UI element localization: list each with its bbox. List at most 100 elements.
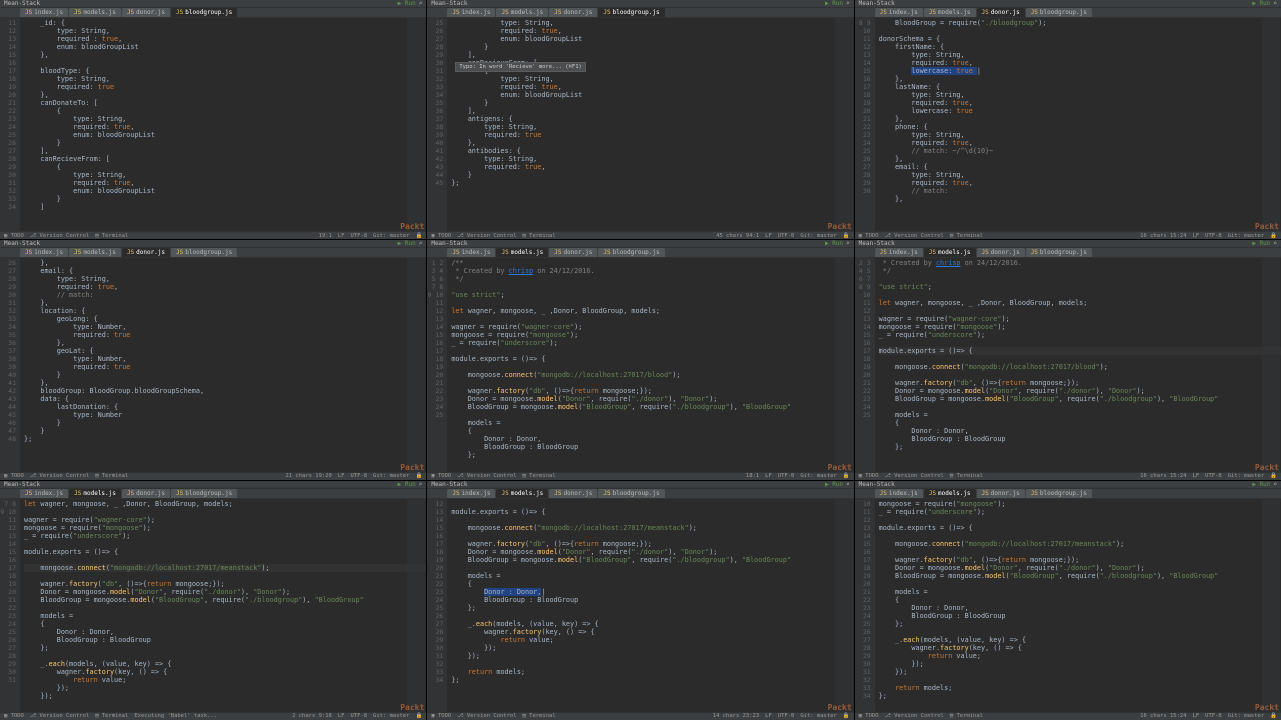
version-control-tool[interactable]: ⎇ Version Control — [30, 233, 89, 239]
tab-donor-js[interactable]: JSdonor.js — [977, 248, 1025, 257]
git-branch[interactable]: Git: master — [1228, 233, 1264, 239]
terminal-tool[interactable]: ▤ Terminal — [523, 473, 556, 479]
lock-icon[interactable]: 🔒 — [415, 473, 422, 479]
run-button[interactable]: ▶ Run — [1252, 0, 1270, 7]
tab-index-js[interactable]: JSindex.js — [20, 248, 68, 257]
lock-icon[interactable]: 🔒 — [1270, 713, 1277, 719]
code-editor[interactable]: 11 12 13 14 15 16 17 18 19 20 21 22 23 2… — [0, 18, 426, 231]
todo-tool[interactable]: ▣ TODO — [431, 473, 451, 479]
minimap[interactable] — [835, 18, 853, 231]
terminal-tool[interactable]: ▤ Terminal — [95, 713, 128, 719]
git-branch[interactable]: Git: master — [1228, 713, 1264, 719]
run-button[interactable]: ▶ Run — [1252, 240, 1270, 247]
tab-bloodgroup-js[interactable]: JSbloodgroup.js — [171, 8, 237, 17]
todo-tool[interactable]: ▣ TODO — [4, 713, 24, 719]
encoding[interactable]: UTF-8 — [350, 713, 367, 719]
tab-bloodgroup-js[interactable]: JSbloodgroup.js — [598, 8, 664, 17]
git-branch[interactable]: Git: master — [373, 713, 409, 719]
git-branch[interactable]: Git: master — [800, 233, 836, 239]
tab-donor-js[interactable]: JSdonor.js — [549, 248, 597, 257]
tab-index-js[interactable]: JSindex.js — [20, 489, 68, 498]
terminal-tool[interactable]: ▤ Terminal — [950, 473, 983, 479]
version-control-tool[interactable]: ⎇ Version Control — [457, 233, 516, 239]
code-content[interactable]: /** * Created by chrisp on 24/12/2016. *… — [447, 258, 853, 471]
tab-bloodgroup-js[interactable]: JSbloodgroup.js — [171, 489, 237, 498]
minimap[interactable] — [835, 499, 853, 712]
code-editor[interactable]: 1 2 3 4 5 6 7 8 9 10 11 12 13 14 15 16 1… — [427, 258, 853, 471]
encoding[interactable]: UTF-8 — [778, 473, 795, 479]
code-content[interactable]: }, email: { type: String, required: true… — [20, 258, 426, 471]
tab-index-js[interactable]: JSindex.js — [20, 8, 68, 17]
minimap[interactable] — [1262, 18, 1280, 231]
terminal-tool[interactable]: ▤ Terminal — [950, 233, 983, 239]
version-control-tool[interactable]: ⎇ Version Control — [30, 473, 89, 479]
encoding[interactable]: UTF-8 — [350, 473, 367, 479]
tab-donor-js[interactable]: JSdonor.js — [977, 489, 1025, 498]
tab-models-js[interactable]: JSmodels.js — [69, 248, 121, 257]
version-control-tool[interactable]: ⎇ Version Control — [457, 713, 516, 719]
tab-models-js[interactable]: JSmodels.js — [924, 248, 976, 257]
search-icon[interactable]: ⌕ — [419, 481, 423, 488]
run-button[interactable]: ▶ Run — [825, 240, 843, 247]
code-editor[interactable]: 25 26 27 28 29 30 31 32 33 34 35 36 37 3… — [427, 18, 853, 231]
todo-tool[interactable]: ▣ TODO — [859, 233, 879, 239]
code-editor[interactable]: 7 8 9 10 11 12 13 14 15 16 17 18 19 20 2… — [0, 499, 426, 712]
encoding[interactable]: UTF-8 — [778, 713, 795, 719]
code-content[interactable]: let wagner, mongoose, _ ,Donor, BloodGro… — [20, 499, 426, 712]
todo-tool[interactable]: ▣ TODO — [431, 713, 451, 719]
run-button[interactable]: ▶ Run — [398, 240, 416, 247]
code-content[interactable]: module.exports = ()=> { mongoose.connect… — [447, 499, 853, 712]
todo-tool[interactable]: ▣ TODO — [4, 233, 24, 239]
git-branch[interactable]: Git: master — [373, 233, 409, 239]
tab-index-js[interactable]: JSindex.js — [875, 248, 923, 257]
tab-models-js[interactable]: JSmodels.js — [496, 489, 548, 498]
tab-donor-js[interactable]: JSdonor.js — [122, 8, 170, 17]
minimap[interactable] — [1262, 258, 1280, 471]
terminal-tool[interactable]: ▤ Terminal — [95, 233, 128, 239]
minimap[interactable] — [835, 258, 853, 471]
git-branch[interactable]: Git: master — [1228, 473, 1264, 479]
encoding[interactable]: UTF-8 — [350, 233, 367, 239]
code-content[interactable]: type: String, required: true, enum: bloo… — [447, 18, 853, 231]
git-branch[interactable]: Git: master — [800, 713, 836, 719]
tab-index-js[interactable]: JSindex.js — [447, 8, 495, 17]
tab-models-js[interactable]: JSmodels.js — [924, 8, 976, 17]
code-content[interactable]: _id: { type: String, required : true, en… — [20, 18, 426, 231]
line-ending[interactable]: LF — [1193, 233, 1200, 239]
search-icon[interactable]: ⌕ — [1273, 481, 1277, 488]
line-ending[interactable]: LF — [765, 233, 772, 239]
encoding[interactable]: UTF-8 — [1205, 473, 1222, 479]
tab-models-js[interactable]: JSmodels.js — [496, 8, 548, 17]
line-ending[interactable]: LF — [338, 233, 345, 239]
tab-bloodgroup-js[interactable]: JSbloodgroup.js — [1026, 489, 1092, 498]
lock-icon[interactable]: 🔒 — [1270, 473, 1277, 479]
tab-models-js[interactable]: JSmodels.js — [69, 489, 121, 498]
terminal-tool[interactable]: ▤ Terminal — [523, 233, 556, 239]
todo-tool[interactable]: ▣ TODO — [4, 473, 24, 479]
line-ending[interactable]: LF — [765, 473, 772, 479]
tab-donor-js[interactable]: JSdonor.js — [549, 8, 597, 17]
tab-index-js[interactable]: JSindex.js — [447, 489, 495, 498]
terminal-tool[interactable]: ▤ Terminal — [95, 473, 128, 479]
todo-tool[interactable]: ▣ TODO — [431, 233, 451, 239]
version-control-tool[interactable]: ⎇ Version Control — [457, 473, 516, 479]
lock-icon[interactable]: 🔒 — [415, 233, 422, 239]
tab-bloodgroup-js[interactable]: JSbloodgroup.js — [598, 248, 664, 257]
lock-icon[interactable]: 🔒 — [843, 233, 850, 239]
tab-donor-js[interactable]: JSdonor.js — [122, 248, 170, 257]
tab-models-js[interactable]: JSmodels.js — [924, 489, 976, 498]
search-icon[interactable]: ⌕ — [1273, 0, 1277, 7]
run-button[interactable]: ▶ Run — [1252, 481, 1270, 488]
tab-index-js[interactable]: JSindex.js — [447, 248, 495, 257]
search-icon[interactable]: ⌕ — [1273, 240, 1277, 247]
tab-bloodgroup-js[interactable]: JSbloodgroup.js — [171, 248, 237, 257]
lock-icon[interactable]: 🔒 — [843, 473, 850, 479]
line-ending[interactable]: LF — [338, 473, 345, 479]
version-control-tool[interactable]: ⎇ Version Control — [30, 713, 89, 719]
encoding[interactable]: UTF-8 — [1205, 713, 1222, 719]
tab-donor-js[interactable]: JSdonor.js — [122, 489, 170, 498]
tab-bloodgroup-js[interactable]: JSbloodgroup.js — [1026, 248, 1092, 257]
line-ending[interactable]: LF — [765, 713, 772, 719]
code-editor[interactable]: 10 11 12 13 14 15 16 17 18 19 20 21 22 2… — [855, 499, 1281, 712]
run-button[interactable]: ▶ Run — [825, 0, 843, 7]
